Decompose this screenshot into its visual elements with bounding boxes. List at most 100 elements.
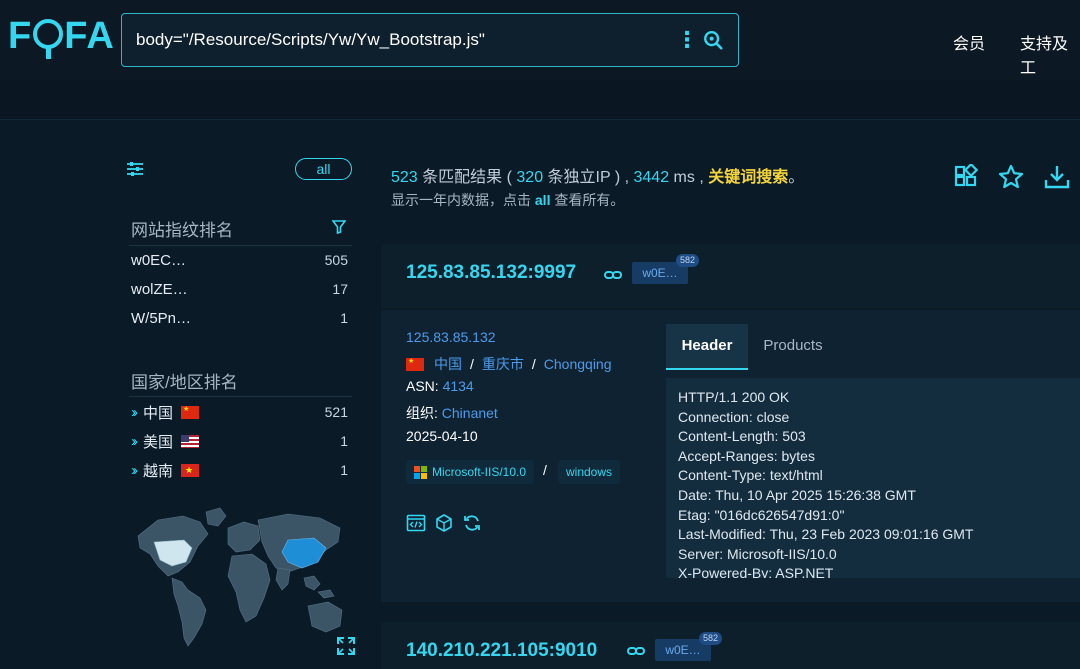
pill-separator: / (543, 462, 547, 478)
match-count-label: 条匹配结果 ( (422, 169, 512, 186)
tab-header[interactable]: Header (666, 324, 748, 370)
result-org: 组织: Chinanet (406, 403, 498, 423)
result-summary: 523 条匹配结果 ( 320 条独立IP ) , 3442 ms , 关键词搜… (391, 163, 804, 187)
double-chevron-icon: ›› (131, 403, 138, 421)
result-host-link[interactable]: 125.83.85.132:9997 (406, 262, 576, 284)
double-chevron-icon: ›› (131, 461, 138, 479)
country-item-vietnam[interactable]: ›› 越南 1 (131, 459, 348, 481)
hint-suffix: 查看所有。 (554, 192, 625, 208)
country-link[interactable]: 中国 (434, 356, 462, 372)
link-icon[interactable] (627, 642, 645, 660)
search-input[interactable] (136, 30, 676, 50)
fingerprint-item[interactable]: W/5Pn… 1 (131, 307, 348, 329)
header-line: Etag: "016dc626547d91:0" (678, 506, 845, 523)
region-link[interactable]: 重庆市 (482, 356, 524, 372)
asn-link[interactable]: 4134 (443, 378, 474, 394)
fingerprint-item[interactable]: w0EC… 505 (131, 249, 348, 271)
fingerprint-item[interactable]: wolZE… 17 (131, 278, 348, 300)
keyword-search-link[interactable]: 关键词搜索 (708, 169, 788, 186)
country-label: 中国 (143, 404, 174, 422)
nav-member[interactable]: 会员 (953, 30, 985, 54)
fingerprint-count: 1 (340, 310, 348, 326)
os-label: windows (566, 465, 613, 479)
asn-label: ASN: (406, 378, 439, 394)
logo-letters-fa: FA (64, 14, 115, 57)
usa-flag-icon (181, 434, 200, 448)
header-line: Content-Type: text/html (678, 467, 823, 484)
location-separator: / (470, 356, 474, 372)
query-time-label: ms , (673, 169, 704, 186)
china-flag-icon (406, 358, 424, 371)
country-item-usa[interactable]: ›› 美国 1 (131, 430, 348, 452)
china-flag-icon (181, 405, 200, 419)
cube-icon[interactable] (434, 513, 454, 533)
country-count: 521 (324, 404, 348, 420)
link-icon[interactable] (604, 266, 622, 284)
show-all-link[interactable]: all (535, 192, 551, 208)
result-date: 2025-04-10 (406, 428, 478, 444)
header-line: Date: Thu, 10 Apr 2025 15:26:38 GMT (678, 486, 916, 503)
filter-settings-icon[interactable] (126, 160, 144, 178)
result-asn: ASN: 4134 (406, 378, 474, 394)
os-pill[interactable]: windows (558, 460, 621, 484)
divider (129, 396, 352, 397)
country-ranking-title: 国家/地区排名 (131, 373, 238, 392)
org-label: 组织: (406, 405, 438, 421)
download-icon[interactable] (1044, 164, 1070, 190)
summary-period: 。 (788, 169, 805, 186)
more-options-icon[interactable]: ⋮ (676, 29, 698, 51)
org-link[interactable]: Chinanet (442, 405, 498, 421)
fingerprint-label: w0EC… (131, 251, 187, 269)
country-count: 1 (340, 433, 348, 449)
fofa-logo[interactable]: F FA (8, 14, 115, 59)
header-line: X-Powered-By: ASP.NET (678, 565, 834, 578)
funnel-icon[interactable] (332, 220, 346, 234)
one-year-hint: 显示一年内数据，点击 all 查看所有。 (391, 190, 624, 210)
logo-letter-f: F (8, 14, 33, 57)
search-icon[interactable] (702, 29, 724, 51)
star-favorite-icon[interactable] (998, 164, 1024, 190)
world-map[interactable] (128, 506, 352, 650)
header-line: Last-Modified: Thu, 23 Feb 2023 09:01:16… (678, 526, 974, 543)
country-label: 越南 (143, 462, 174, 480)
divider (129, 245, 352, 246)
detail-tabs: Header Products (666, 324, 1080, 370)
sub-bar (0, 80, 1080, 120)
fingerprint-label: wolZE… (131, 280, 188, 298)
unique-ip-count: 320 (516, 169, 544, 186)
fingerprint-ranking-title: 网站指纹排名 (131, 221, 233, 240)
match-count: 523 (391, 169, 418, 186)
logo-o-icon (33, 19, 64, 59)
all-toggle-button[interactable]: all (295, 158, 352, 180)
server-label: Microsoft-IIS/10.0 (432, 465, 527, 479)
header-line: HTTP/1.1 200 OK (678, 389, 790, 405)
tag-count-badge: 582 (676, 254, 700, 267)
tab-products[interactable]: Products (748, 324, 838, 370)
server-pill[interactable]: Microsoft-IIS/10.0 (406, 460, 535, 484)
header-line: Content-Length: 503 (678, 428, 806, 445)
city-link[interactable]: Chongqing (544, 356, 612, 372)
result-location: 中国 / 重庆市 / Chongqing (406, 354, 612, 374)
expand-fullscreen-icon[interactable] (336, 636, 356, 656)
grid-view-icon[interactable] (953, 164, 979, 190)
microsoft-logo-icon (414, 465, 427, 479)
vietnam-flag-icon (181, 463, 200, 477)
refresh-icon[interactable] (462, 513, 482, 533)
header-line: Server: Microsoft-IIS/10.0 (678, 545, 837, 562)
country-label: 美国 (143, 433, 174, 451)
unique-ip-label: 条独立IP ) , (547, 169, 630, 186)
result-host-link[interactable]: 140.210.221.105:9010 (406, 640, 597, 662)
result-ip-link[interactable]: 125.83.85.132 (406, 329, 496, 345)
query-time: 3442 (633, 169, 670, 186)
tag-count-badge: 582 (699, 632, 723, 645)
search-box[interactable]: ⋮ (121, 13, 739, 67)
http-header-panel[interactable]: HTTP/1.1 200 OK Connection: close Conten… (666, 378, 1080, 578)
header-line: Accept-Ranges: bytes (678, 447, 815, 464)
country-count: 1 (340, 462, 348, 478)
fingerprint-count: 17 (332, 281, 348, 297)
country-item-china[interactable]: ›› 中国 521 (131, 401, 348, 423)
code-view-icon[interactable] (406, 513, 426, 533)
header-line: Connection: close (678, 408, 790, 425)
nav-support[interactable]: 支持及工 (1020, 30, 1080, 78)
location-separator: / (531, 356, 536, 372)
